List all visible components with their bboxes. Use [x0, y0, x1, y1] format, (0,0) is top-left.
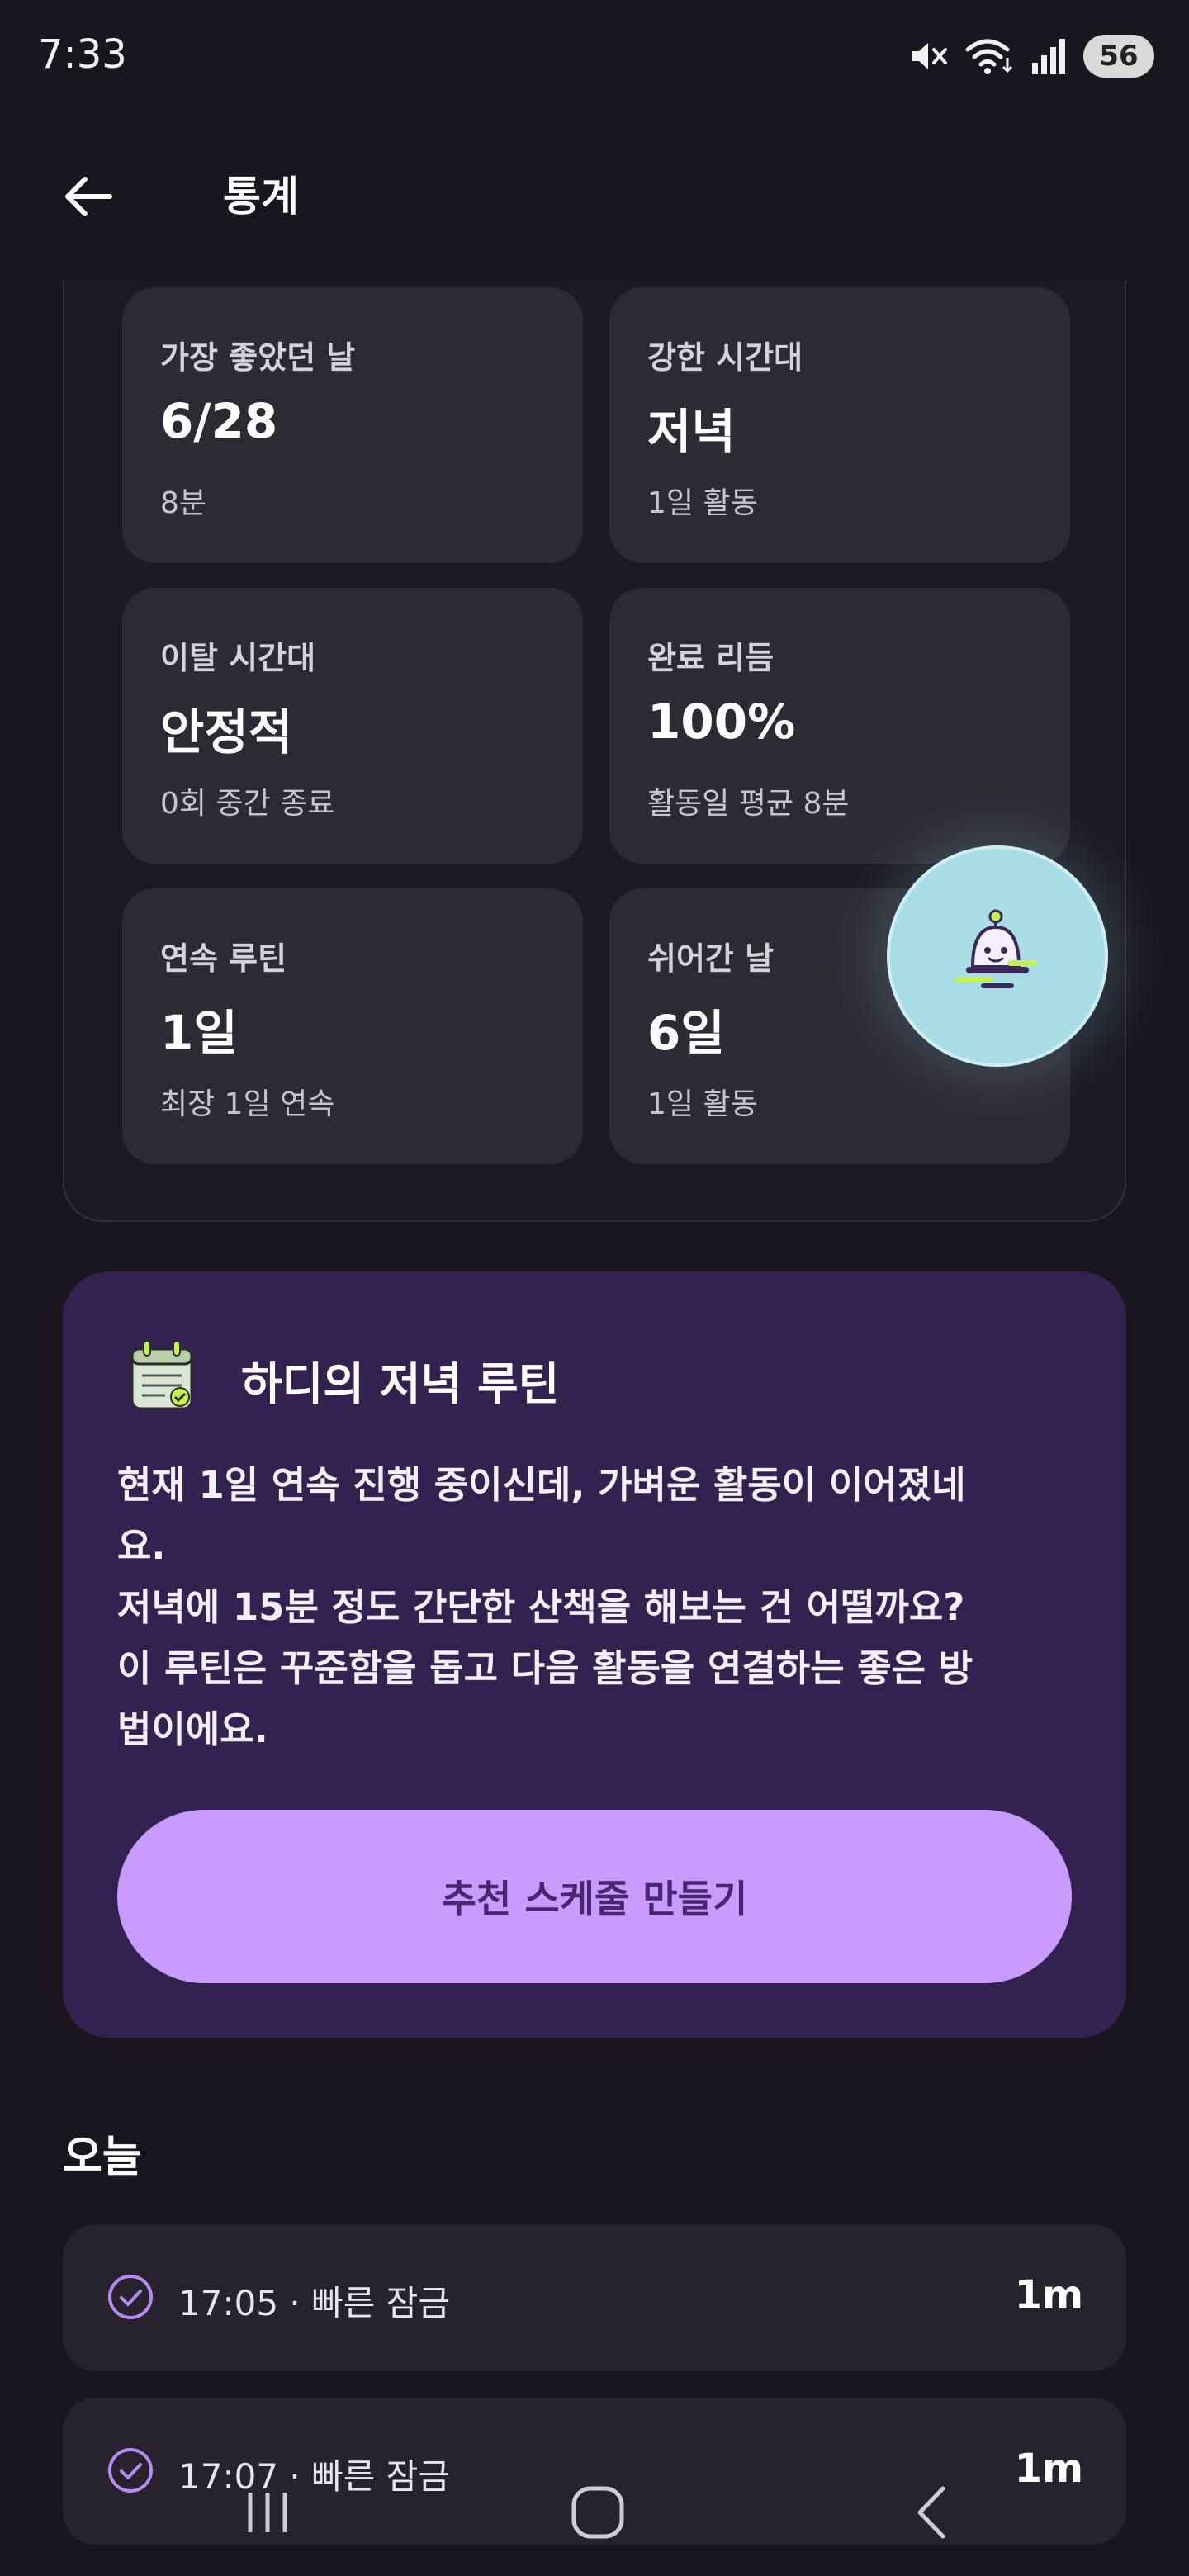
status-icons: 56	[908, 33, 1154, 79]
stat-value: 안정적	[160, 704, 293, 760]
stat-sub: 최장 1일 연속	[160, 1087, 335, 1121]
stat-label: 이탈 시간대	[160, 640, 316, 676]
system-nav-bar	[0, 2444, 1189, 2576]
routine-card: 하디의 저녁 루틴 현재 1일 연속 진행 중이신데, 가벼운 활동이 이어졌네…	[63, 1271, 1126, 2038]
routine-body: 현재 1일 연속 진행 중이신데, 가벼운 활동이 이어졌네 요. 저녁에 15…	[117, 1463, 973, 1751]
stat-sub: 0회 중간 종료	[160, 787, 335, 821]
stat-sub: 1일 활동	[647, 1087, 758, 1121]
mascot-icon	[948, 909, 1047, 1003]
stat-card-strong-time: 강한 시간대 저녁 1일 활동	[609, 287, 1070, 563]
stat-sub: 8분	[160, 486, 207, 520]
activity-row[interactable]: 17:05 · 빠른 잠금 1m	[63, 2224, 1126, 2371]
stat-card-streak: 연속 루틴 1일 최장 1일 연속	[122, 888, 583, 1164]
check-circle-icon	[106, 2272, 155, 2322]
mascot-fab[interactable]	[887, 845, 1108, 1067]
home-icon	[569, 2484, 627, 2545]
recents-button[interactable]	[218, 2477, 317, 2551]
activity-duration: 1m	[1014, 2272, 1083, 2318]
stat-value: 1일	[160, 1005, 238, 1061]
stat-value: 6일	[647, 1005, 725, 1061]
stat-value: 6/28	[160, 393, 278, 449]
stat-label: 쉬어간 날	[647, 940, 775, 977]
home-button[interactable]	[548, 2477, 647, 2551]
back-button[interactable]	[51, 161, 126, 235]
stat-card-dropout-time: 이탈 시간대 안정적 0회 중간 종료	[122, 588, 583, 864]
stat-value: 100%	[647, 694, 796, 750]
routine-title: 하디의 저녁 루틴	[241, 1358, 560, 1410]
stat-label: 완료 리듬	[647, 640, 775, 676]
mute-icon	[908, 38, 950, 74]
create-schedule-button[interactable]: 추천 스케줄 만들기	[117, 1810, 1072, 1983]
stat-card-best-day: 가장 좋았던 날 6/28 8분	[122, 287, 583, 563]
stat-label: 연속 루틴	[160, 940, 287, 977]
battery-indicator: 56	[1083, 35, 1154, 78]
wifi-icon	[964, 36, 1016, 76]
stat-sub: 1일 활동	[647, 486, 758, 520]
stat-label: 강한 시간대	[647, 339, 803, 376]
arrow-left-icon	[62, 174, 115, 222]
signal-icon	[1030, 36, 1068, 76]
stat-label: 가장 좋았던 날	[160, 339, 356, 376]
stats-panel: 가장 좋았던 날 6/28 8분 강한 시간대 저녁 1일 활동 이탈 시간대 …	[63, 215, 1126, 1222]
status-time: 7:33	[38, 31, 127, 78]
recents-icon	[239, 2488, 296, 2540]
app-header: 통계	[0, 116, 1189, 281]
activity-text: 17:05 · 빠른 잠금	[178, 2283, 450, 2323]
nav-back-icon	[908, 2484, 958, 2545]
stat-card-completion-rhythm: 완료 리듬 100% 활동일 평균 8분	[609, 588, 1070, 864]
stat-value: 저녁	[647, 404, 736, 460]
page-title: 통계	[223, 173, 299, 220]
today-section-title: 오늘	[63, 2133, 142, 2182]
calendar-check-icon	[129, 1338, 195, 1412]
status-bar: 7:33 56	[0, 0, 1189, 116]
stat-sub: 활동일 평균 8분	[647, 787, 850, 821]
nav-back-button[interactable]	[883, 2477, 983, 2551]
